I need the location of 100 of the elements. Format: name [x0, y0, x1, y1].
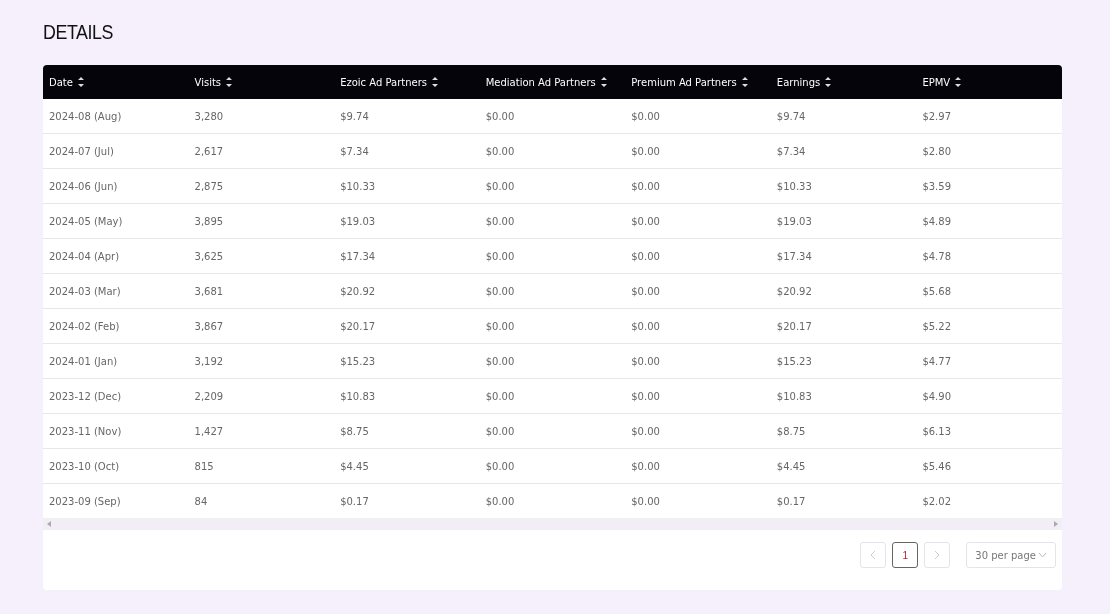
table-cell: 2024-05 (May): [43, 203, 189, 239]
table-cell: $20.92: [334, 273, 480, 309]
table-cell: 2023-11 (Nov): [43, 413, 189, 449]
table-cell: $4.78: [916, 238, 1062, 274]
table-cell: $0.00: [479, 99, 626, 134]
table-cell: $0.00: [479, 343, 626, 379]
column-header[interactable]: EPMV: [916, 65, 1062, 99]
sort-icon[interactable]: [226, 76, 233, 88]
table-cell: $4.45: [334, 448, 480, 484]
table-cell: 3,867: [188, 308, 335, 344]
table-cell: 2024-01 (Jan): [43, 343, 189, 379]
table-cell: 815: [188, 448, 335, 484]
column-header[interactable]: Mediation Ad Partners: [479, 65, 626, 99]
table-cell: $4.89: [916, 203, 1062, 239]
table-cell: 2024-03 (Mar): [43, 273, 189, 309]
table-cell: $10.33: [334, 168, 480, 204]
table-cell: $7.34: [334, 133, 480, 169]
table-cell: $17.34: [770, 238, 917, 274]
table-cell: 2023-10 (Oct): [43, 448, 189, 484]
table-cell: 2,617: [188, 133, 335, 169]
table-cell: $10.33: [770, 168, 917, 204]
per-page-dropdown[interactable]: 30 per page: [966, 542, 1056, 568]
table-cell: $0.00: [625, 238, 771, 274]
table-cell: $0.00: [479, 203, 626, 239]
table-cell: $0.00: [479, 308, 626, 344]
table-cell: $0.00: [625, 378, 771, 414]
column-header[interactable]: Date: [43, 65, 189, 99]
table-cell: $0.00: [479, 238, 626, 274]
table-cell: 1,427: [188, 413, 335, 449]
column-header[interactable]: Earnings: [770, 65, 917, 99]
table-cell: 3,681: [188, 273, 335, 309]
table-cell: $0.00: [625, 99, 771, 134]
chevron-left-icon: [870, 550, 877, 560]
table-cell: $2.02: [916, 483, 1062, 518]
table-cell: $2.97: [916, 99, 1062, 134]
table-cell: $4.45: [770, 448, 917, 484]
table-cell: $9.74: [334, 99, 480, 134]
table-cell: 2024-08 (Aug): [43, 99, 189, 134]
table-cell: $17.34: [334, 238, 480, 274]
chevron-right-icon: [934, 550, 941, 560]
table-cell: $7.34: [770, 133, 917, 169]
table-cell: $0.00: [479, 413, 626, 449]
sort-icon[interactable]: [600, 76, 607, 88]
table-cell: $19.03: [334, 203, 480, 239]
table-cell: $2.80: [916, 133, 1062, 169]
table-cell: 2024-04 (Apr): [43, 238, 189, 274]
table-cell: 3,625: [188, 238, 335, 274]
table-cell: $9.74: [770, 99, 917, 134]
table-cell: $5.46: [916, 448, 1062, 484]
table-cell: $5.68: [916, 273, 1062, 309]
sort-icon[interactable]: [741, 76, 748, 88]
table-cell: $20.17: [770, 308, 917, 344]
table-cell: $8.75: [334, 413, 480, 449]
table-cell: $0.17: [334, 483, 480, 518]
table-cell: 2,209: [188, 378, 335, 414]
column-header[interactable]: Premium Ad Partners: [625, 65, 771, 99]
table-cell: $8.75: [770, 413, 917, 449]
table-cell: 84: [188, 483, 335, 518]
column-header[interactable]: Ezoic Ad Partners: [334, 65, 480, 99]
table-cell: $0.00: [479, 273, 626, 309]
table-cell: $20.92: [770, 273, 917, 309]
table-cell: $0.00: [625, 308, 771, 344]
sort-icon[interactable]: [955, 76, 962, 88]
table-cell: $10.83: [770, 378, 917, 414]
table-cell: $3.59: [916, 168, 1062, 204]
table-cell: $0.00: [625, 448, 771, 484]
table-cell: $0.00: [625, 168, 771, 204]
table-cell: $0.00: [625, 343, 771, 379]
page-button[interactable]: 1: [892, 542, 919, 568]
table-cell: 2023-09 (Sep): [43, 483, 189, 518]
table-cell: $4.77: [916, 343, 1062, 379]
table-cell: $0.17: [770, 483, 917, 518]
table-cell: $0.00: [625, 133, 771, 169]
table-cell: 2023-12 (Dec): [43, 378, 189, 414]
table-cell: $15.23: [770, 343, 917, 379]
sort-icon[interactable]: [825, 76, 832, 88]
table-cell: $19.03: [770, 203, 917, 239]
table-cell: $0.00: [479, 378, 626, 414]
chevron-down-icon: [1038, 552, 1047, 558]
table-cell: $0.00: [625, 203, 771, 239]
table-cell: $0.00: [479, 483, 626, 518]
sort-icon[interactable]: [432, 76, 438, 88]
page-title: DETAILS: [43, 20, 114, 44]
table-cell: $0.00: [479, 168, 626, 204]
column-header[interactable]: Visits: [188, 65, 335, 99]
table-cell: $0.00: [625, 273, 771, 309]
table-cell: $0.00: [479, 448, 626, 484]
table-cell: 2024-06 (Jun): [43, 168, 189, 204]
table-cell: 3,192: [188, 343, 335, 379]
table-cell: $0.00: [625, 483, 771, 518]
table-cell: $6.13: [916, 413, 1062, 449]
table-cell: $15.23: [334, 343, 480, 379]
table-cell: $0.00: [625, 413, 771, 449]
table-cell: $10.83: [334, 378, 480, 414]
table-cell: 2024-07 (Jul): [43, 133, 189, 169]
table-cell: $5.22: [916, 308, 1062, 344]
table-cell: 3,895: [188, 203, 335, 239]
table-cell: 3,280: [188, 99, 335, 134]
table-cell: 2,875: [188, 168, 335, 204]
sort-icon[interactable]: [77, 76, 84, 88]
